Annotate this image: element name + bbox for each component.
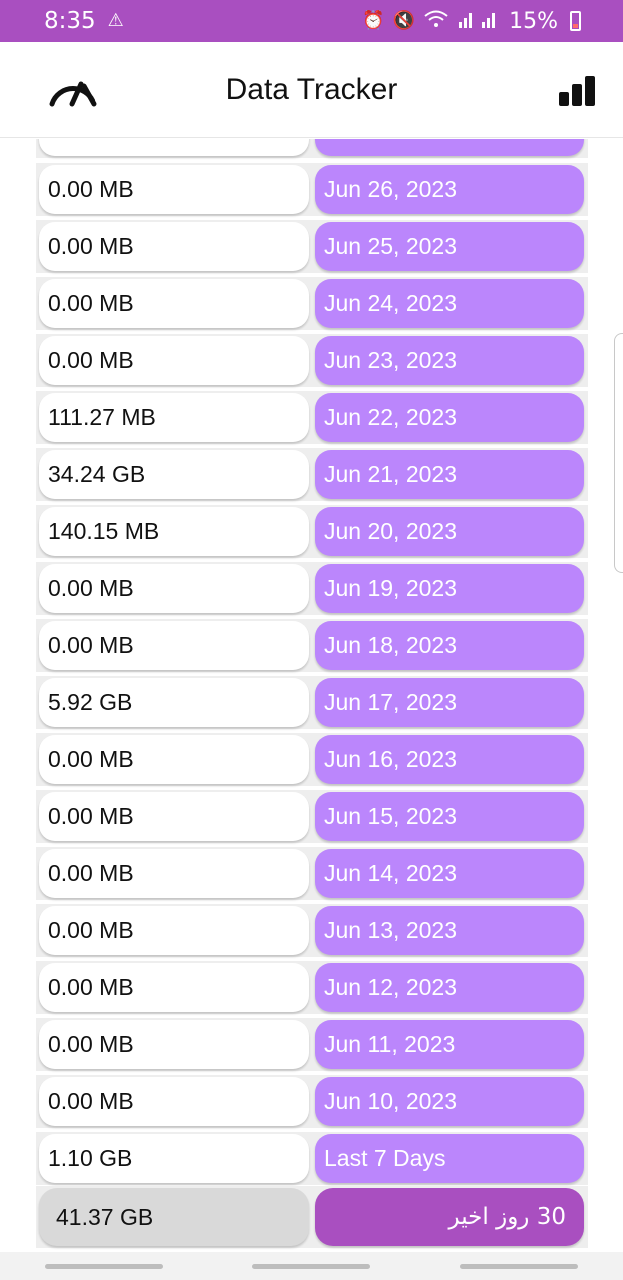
date-cell: Jun 17, 2023 [315, 678, 584, 727]
wifi-icon [423, 9, 449, 33]
signal-icon [457, 9, 501, 33]
chart-bar [585, 76, 595, 106]
usage-cell: 0.00 MB [39, 792, 309, 841]
table-row[interactable]: 0.00 MB Jun 24, 2023 [36, 274, 588, 331]
table-row-partial [36, 139, 588, 160]
usage-cell: 34.24 GB [39, 450, 309, 499]
status-left: 8:35 ⚠ [44, 8, 124, 34]
table-row[interactable]: 0.00 MB Jun 15, 2023 [36, 787, 588, 844]
date-cell: Jun 22, 2023 [315, 393, 584, 442]
battery-icon [570, 11, 581, 31]
table-row[interactable]: 0.00 MB Jun 11, 2023 [36, 1015, 588, 1072]
warning-icon: ⚠ [107, 10, 124, 31]
last-7-days-label: Last 7 Days [315, 1134, 584, 1183]
date-cell: Jun 13, 2023 [315, 906, 584, 955]
usage-cell: 0.00 MB [39, 963, 309, 1012]
usage-cell: 0.00 MB [39, 621, 309, 670]
table-row[interactable]: 0.00 MB Jun 23, 2023 [36, 331, 588, 388]
date-cell: Jun 18, 2023 [315, 621, 584, 670]
date-cell: Jun 12, 2023 [315, 963, 584, 1012]
date-cell: Jun 25, 2023 [315, 222, 584, 271]
table-row[interactable]: 34.24 GB Jun 21, 2023 [36, 445, 588, 502]
usage-cell [39, 139, 309, 156]
table-row[interactable]: 0.00 MB Jun 10, 2023 [36, 1072, 588, 1129]
date-cell: Jun 20, 2023 [315, 507, 584, 556]
date-cell: Jun 21, 2023 [315, 450, 584, 499]
status-time: 8:35 [44, 8, 96, 34]
table-row[interactable]: 111.27 MB Jun 22, 2023 [36, 388, 588, 445]
alarm-icon: ⏰ [362, 10, 385, 31]
table-row[interactable]: 5.92 GB Jun 17, 2023 [36, 673, 588, 730]
mute-icon: 🔇 [392, 10, 416, 31]
usage-cell: 140.15 MB [39, 507, 309, 556]
date-cell: Jun 19, 2023 [315, 564, 584, 613]
usage-cell: 0.00 MB [39, 222, 309, 271]
usage-cell: 0.00 MB [39, 735, 309, 784]
scrollbar-thumb[interactable] [614, 333, 623, 573]
last-7-days-usage: 1.10 GB [39, 1134, 309, 1183]
gauge-icon[interactable] [46, 74, 100, 108]
usage-cell: 5.92 GB [39, 678, 309, 727]
app-title: Data Tracker [225, 72, 398, 106]
last-7-days-row[interactable]: 1.10 GB Last 7 Days [36, 1129, 588, 1186]
usage-cell: 0.00 MB [39, 849, 309, 898]
last-30-days-label: 30 روز اخیر [315, 1188, 584, 1246]
table-row[interactable]: 0.00 MB Jun 25, 2023 [36, 217, 588, 274]
date-cell: Jun 16, 2023 [315, 735, 584, 784]
nav-handle[interactable] [44, 1263, 163, 1269]
battery-percent: 15% [509, 8, 558, 34]
table-row[interactable]: 0.00 MB Jun 13, 2023 [36, 901, 588, 958]
table-row[interactable]: 0.00 MB Jun 14, 2023 [36, 844, 588, 901]
date-cell [315, 139, 584, 156]
chart-bar [559, 92, 569, 106]
date-cell: Jun 15, 2023 [315, 792, 584, 841]
table-row[interactable]: 140.15 MB Jun 20, 2023 [36, 502, 588, 559]
date-cell: Jun 11, 2023 [315, 1020, 584, 1069]
nav-handle[interactable] [252, 1263, 371, 1269]
date-cell: Jun 23, 2023 [315, 336, 584, 385]
rows-container: 0.00 MB Jun 26, 2023 0.00 MB Jun 25, 2023 0.… [36, 160, 588, 1129]
table-row[interactable]: 0.00 MB Jun 26, 2023 [36, 160, 588, 217]
date-cell: Jun 14, 2023 [315, 849, 584, 898]
date-cell: Jun 10, 2023 [315, 1077, 584, 1126]
app-bar: Data Tracker [0, 42, 623, 138]
usage-cell: 0.00 MB [39, 1020, 309, 1069]
last-30-days-usage: 41.37 GB [39, 1188, 309, 1246]
chart-bar [572, 84, 582, 106]
usage-cell: 0.00 MB [39, 906, 309, 955]
last-30-days-row[interactable]: 41.37 GB 30 روز اخیر [36, 1186, 588, 1248]
usage-list[interactable]: 0.00 MB Jun 26, 2023 0.00 MB Jun 25, 2023 0.… [36, 139, 588, 1251]
usage-cell: 0.00 MB [39, 564, 309, 613]
bar-chart-icon[interactable] [559, 74, 595, 106]
table-row[interactable]: 0.00 MB Jun 12, 2023 [36, 958, 588, 1015]
table-row[interactable]: 0.00 MB Jun 19, 2023 [36, 559, 588, 616]
table-row[interactable]: 0.00 MB Jun 16, 2023 [36, 730, 588, 787]
table-row[interactable]: 0.00 MB Jun 18, 2023 [36, 616, 588, 673]
usage-cell: 0.00 MB [39, 279, 309, 328]
date-cell: Jun 26, 2023 [315, 165, 584, 214]
status-right: ⏰ 🔇 15% [362, 9, 581, 34]
status-bar: 8:35 ⚠ ⏰ 🔇 15% [0, 0, 623, 42]
navigation-bar [0, 1252, 623, 1280]
usage-cell: 0.00 MB [39, 1077, 309, 1126]
nav-handle[interactable] [460, 1263, 579, 1269]
usage-cell: 0.00 MB [39, 336, 309, 385]
usage-cell: 0.00 MB [39, 165, 309, 214]
usage-cell: 111.27 MB [39, 393, 309, 442]
date-cell: Jun 24, 2023 [315, 279, 584, 328]
